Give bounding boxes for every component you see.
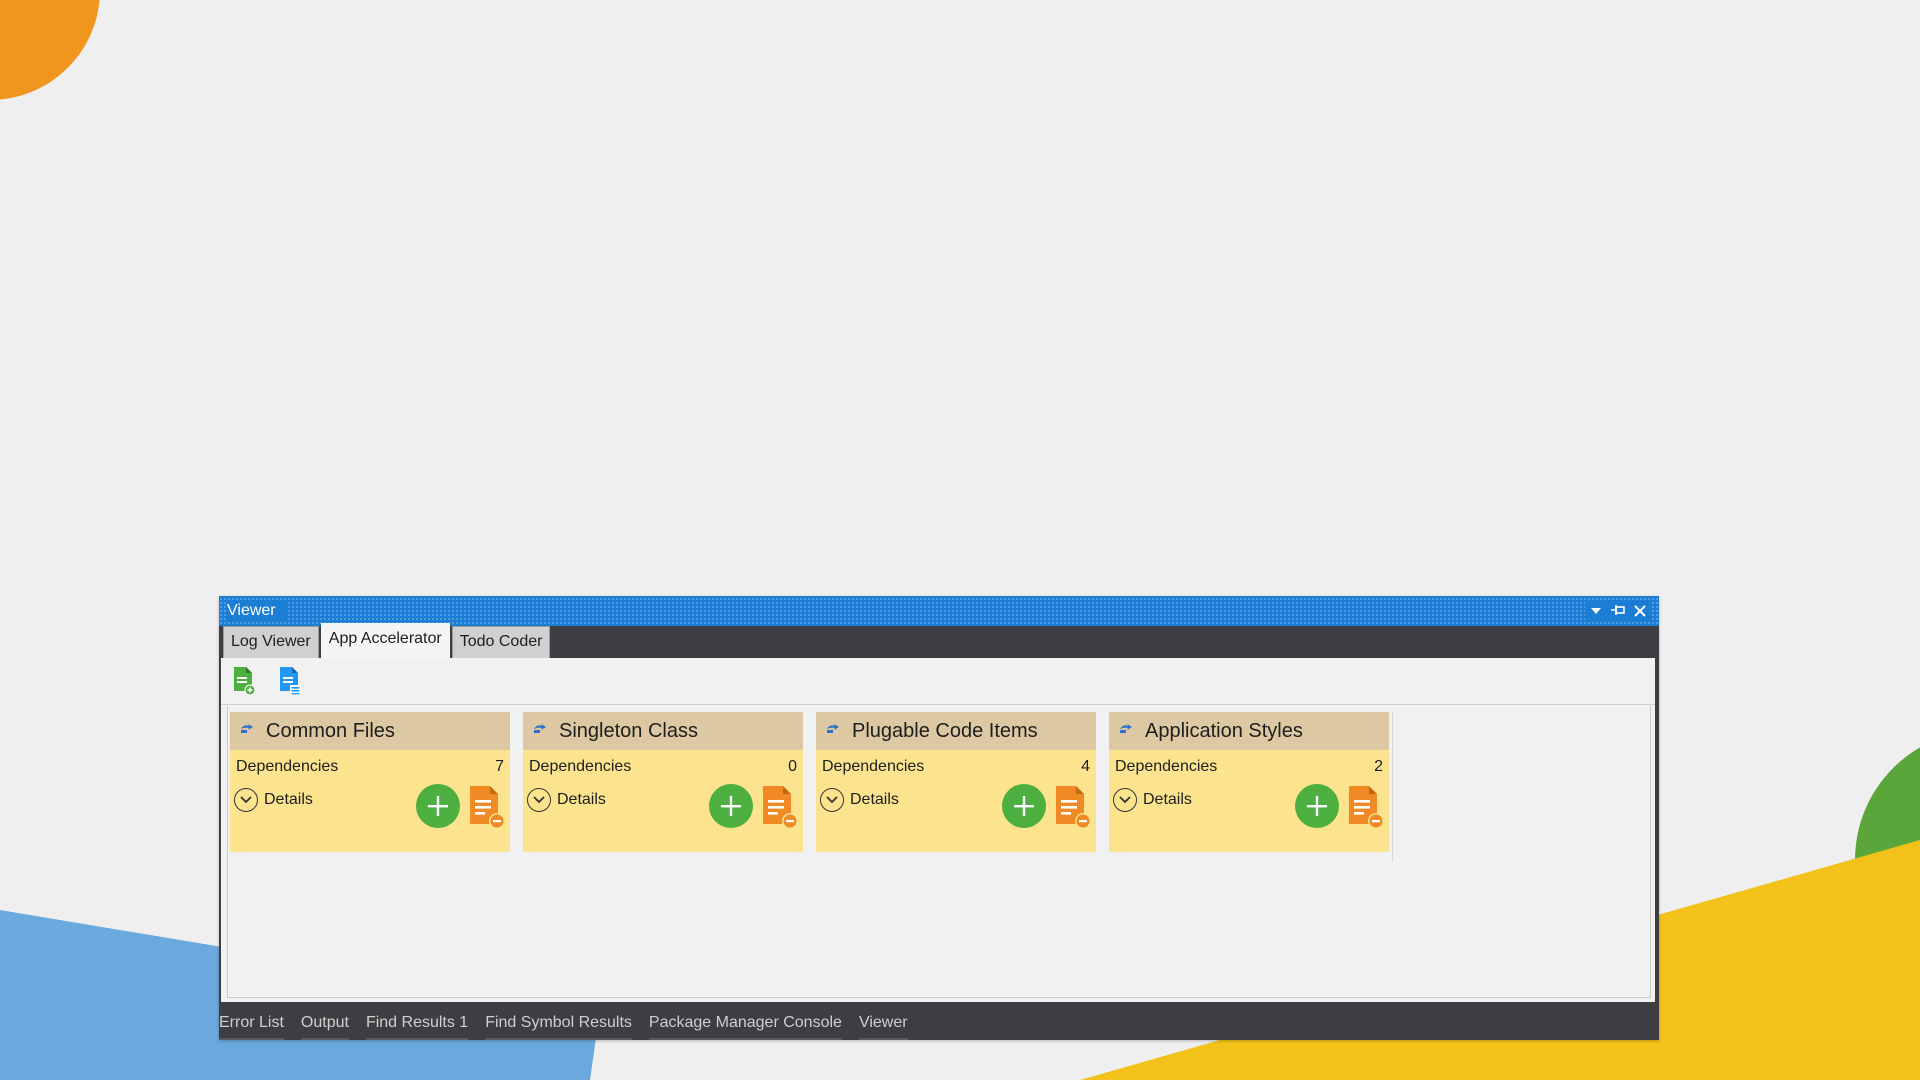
dependencies-count: 2: [1374, 758, 1383, 775]
add-button[interactable]: [416, 784, 460, 828]
card-header: Singleton Class: [523, 712, 803, 750]
tab-log-viewer[interactable]: Log Viewer: [223, 626, 319, 658]
card-header: Application Styles: [1109, 712, 1389, 750]
details-label: Details: [850, 791, 899, 808]
dependencies-row: Dependencies 2: [1109, 750, 1389, 776]
dropdown-icon[interactable]: [1585, 600, 1607, 622]
bottom-tool-tabs: Error List Output Find Results 1 Find Sy…: [219, 1006, 1659, 1040]
close-icon[interactable]: [1629, 600, 1651, 622]
bottom-tab-error-list[interactable]: Error List: [219, 1006, 292, 1040]
file-list-icon[interactable]: [277, 665, 303, 697]
dependencies-label: Dependencies: [529, 758, 632, 775]
link-icon: [533, 722, 547, 740]
bottom-tab-viewer[interactable]: Viewer: [858, 1006, 916, 1040]
details-toggle[interactable]: Details: [234, 788, 313, 812]
add-button[interactable]: [1295, 784, 1339, 828]
chevron-down-icon: [820, 788, 844, 812]
remove-file-icon[interactable]: [761, 784, 799, 830]
card-application-styles: Application Styles Dependencies 2 Detail…: [1109, 712, 1389, 852]
remove-file-icon[interactable]: [1054, 784, 1092, 830]
dependencies-row: Dependencies 4: [816, 750, 1096, 776]
tab-strip: Log Viewer App Accelerator Todo Coder: [219, 623, 1659, 658]
tab-todo-coder[interactable]: Todo Coder: [451, 626, 551, 658]
card-title: Application Styles: [1145, 719, 1303, 742]
card-title: Plugable Code Items: [852, 719, 1038, 742]
tab-app-accelerator[interactable]: App Accelerator: [320, 623, 450, 658]
pin-icon[interactable]: [1607, 600, 1629, 622]
window-titlebar[interactable]: Viewer: [219, 596, 1659, 626]
details-toggle[interactable]: Details: [820, 788, 899, 812]
details-label: Details: [1143, 791, 1192, 808]
details-label: Details: [557, 791, 606, 808]
link-icon: [1119, 722, 1133, 740]
details-toggle[interactable]: Details: [527, 788, 606, 812]
add-button[interactable]: [1002, 784, 1046, 828]
dependencies-label: Dependencies: [822, 758, 925, 775]
card-header: Plugable Code Items: [816, 712, 1096, 750]
chevron-down-icon: [1113, 788, 1137, 812]
card-title: Common Files: [266, 719, 395, 742]
card-title: Singleton Class: [559, 719, 698, 742]
bottom-tab-package-manager-console[interactable]: Package Manager Console: [648, 1006, 850, 1040]
dependencies-row: Dependencies 0: [523, 750, 803, 776]
card-singleton-class: Singleton Class Dependencies 0 Details: [523, 712, 803, 852]
dependencies-row: Dependencies 7: [230, 750, 510, 776]
dependencies-count: 0: [788, 758, 797, 775]
bottom-tab-find-results[interactable]: Find Results 1: [365, 1006, 476, 1040]
chevron-down-icon: [527, 788, 551, 812]
dependencies-label: Dependencies: [236, 758, 339, 775]
details-toggle[interactable]: Details: [1113, 788, 1192, 812]
toolbar: [221, 658, 1655, 705]
bottom-tab-output[interactable]: Output: [300, 1006, 357, 1040]
window-title: Viewer: [227, 602, 286, 620]
chevron-down-icon: [234, 788, 258, 812]
add-file-icon[interactable]: [231, 665, 257, 697]
link-icon: [826, 722, 840, 740]
app-accelerator-panel: Common Files Dependencies 7 Details Sing…: [221, 658, 1655, 1002]
details-label: Details: [264, 791, 313, 808]
dependencies-count: 4: [1081, 758, 1090, 775]
cards-area: Common Files Dependencies 7 Details Sing…: [227, 706, 1651, 998]
divider: [1392, 712, 1393, 862]
add-button[interactable]: [709, 784, 753, 828]
remove-file-icon[interactable]: [468, 784, 506, 830]
link-icon: [240, 722, 254, 740]
dependencies-count: 7: [495, 758, 504, 775]
card-header: Common Files: [230, 712, 510, 750]
card-plugable-code-items: Plugable Code Items Dependencies 4 Detai…: [816, 712, 1096, 852]
remove-file-icon[interactable]: [1347, 784, 1385, 830]
dependencies-label: Dependencies: [1115, 758, 1218, 775]
card-common-files: Common Files Dependencies 7 Details: [230, 712, 510, 852]
viewer-window: Viewer Log Viewer App Accelerator Todo C…: [219, 596, 1659, 1040]
bottom-tab-find-symbol-results[interactable]: Find Symbol Results: [485, 1006, 640, 1040]
